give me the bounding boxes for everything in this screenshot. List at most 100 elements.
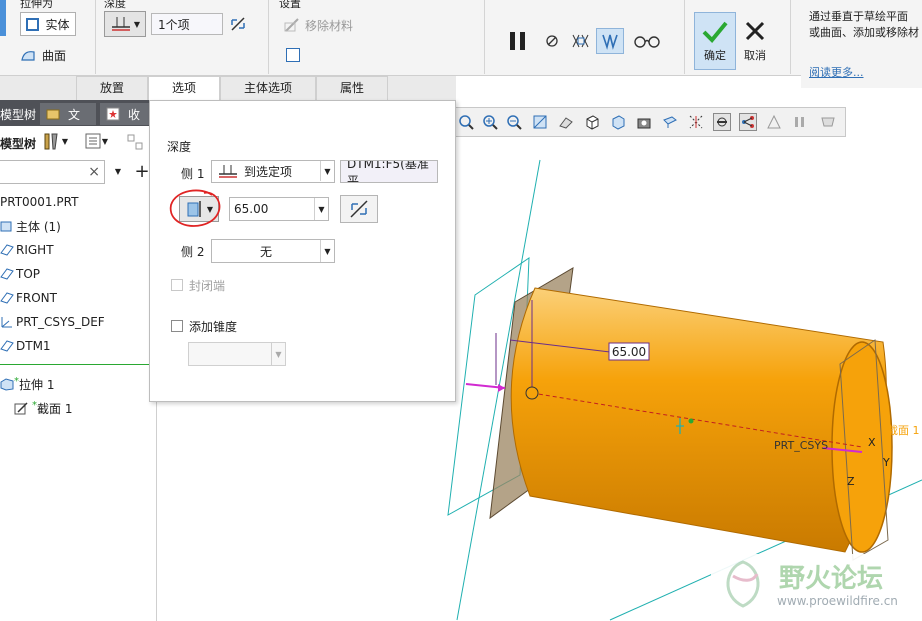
display-style-button[interactable] [635, 113, 653, 131]
tree-item-bodies[interactable]: 主体 (1) [0, 215, 61, 237]
tree-item-extrude[interactable]: * 拉伸 1 [0, 373, 54, 395]
depth-value-dropdown[interactable]: ▼ [314, 198, 328, 220]
dimension-label: 65.00 [612, 345, 646, 359]
tab-body-options[interactable]: 主体选项 [220, 76, 316, 100]
add-taper-checkbox[interactable] [171, 320, 183, 332]
app-window: 拉伸为 实体 曲面 深度 ▼ 1个项 设置 移除材料 确定 取消 通过垂直于草绘… [0, 0, 922, 621]
tab-options[interactable]: 选项 [148, 76, 220, 101]
pause-button[interactable] [505, 28, 531, 54]
tab-favorites-label: 收 [128, 108, 141, 122]
tab-placement[interactable]: 放置 [76, 76, 148, 100]
side2-dropdown-toggle[interactable]: ▼ [320, 240, 334, 262]
perspective-button[interactable] [661, 113, 679, 131]
zoom-in-button[interactable] [481, 113, 499, 131]
tree-filter-button[interactable]: ▼ [78, 130, 114, 152]
tree-columns-button[interactable] [124, 132, 146, 152]
verify-mode-button[interactable] [632, 30, 662, 52]
datum-display-button[interactable] [687, 113, 705, 131]
tree-settings-button[interactable]: ▼ [36, 130, 72, 152]
saved-views-button[interactable] [583, 113, 601, 131]
tree-item-right[interactable]: RIGHT [0, 239, 54, 261]
model-tree-pane: 模型树 文 收 模型树 ▼ ▼ × ▼ + PRT0001.PRT 主体 (1)… [0, 100, 157, 621]
remove-material-button[interactable]: 移除材料 [283, 14, 363, 36]
flip-direction-icon [350, 200, 368, 218]
tree-item-root[interactable]: PRT0001.PRT [0, 191, 78, 213]
tab-properties[interactable]: 属性 [316, 76, 388, 100]
tab-file-browser[interactable]: 文 [40, 103, 96, 125]
chevron-down-icon: ▼ [324, 246, 331, 256]
no-preview-button[interactable] [543, 32, 561, 50]
orient-button[interactable] [557, 113, 575, 131]
depth-group-label: 深度 [104, 0, 126, 10]
render-button[interactable] [819, 113, 837, 131]
glasses-icon [634, 36, 660, 48]
side1-reference-field[interactable]: DTM1:F5(基准平 [340, 160, 438, 183]
chevron-down-icon: ▼ [114, 166, 122, 176]
tree-item-csys[interactable]: PRT_CSYS_DEF [0, 311, 105, 333]
spin-center-button[interactable] [765, 113, 783, 131]
confirm-button[interactable]: 确定 [694, 12, 736, 70]
tree-display-button[interactable] [739, 113, 757, 131]
tree-tab-strip: 模型树 文 收 [0, 100, 157, 126]
render-icon [821, 117, 835, 127]
clear-icon[interactable]: × [88, 164, 100, 180]
options-panel: 深度 侧 1 到选定项 ▼ DTM1:F5(基准平 ▼ 65.00 ▼ 侧 2 … [149, 100, 456, 402]
depth-reference-value: 1个项 [158, 17, 190, 32]
capped-ends-label: 封闭端 [189, 279, 226, 293]
refit-button[interactable] [457, 113, 475, 131]
axis-y-label: Y [882, 456, 890, 469]
datum-plane-icon [0, 268, 14, 280]
tab-model-tree[interactable]: 模型树 [0, 106, 36, 123]
side1-dropdown-toggle[interactable]: ▼ [320, 161, 334, 181]
drag-handle-dot[interactable] [525, 386, 539, 400]
star-icon [106, 107, 120, 121]
depth-type-dropdown[interactable]: ▼ [104, 11, 146, 37]
csys-icon [1, 317, 12, 328]
close-icon [745, 21, 765, 41]
network-icon [742, 116, 754, 128]
annotation-display-button[interactable] [713, 113, 731, 131]
depth-reference-field[interactable]: 1个项 [151, 13, 223, 35]
pause-small-icon [795, 117, 804, 127]
confirm-label: 确定 [704, 49, 726, 62]
dashboard-ribbon: 拉伸为 实体 曲面 深度 ▼ 1个项 设置 移除材料 确定 取消 通过垂直于草绘… [0, 0, 922, 88]
checkmark-icon [702, 21, 728, 43]
plus-icon: + [134, 160, 150, 182]
remove-material-icon [284, 18, 299, 32]
view-manager-button[interactable] [609, 113, 627, 131]
remove-material-label: 移除材料 [305, 18, 354, 33]
zoom-out-icon [507, 115, 522, 130]
taper-dropdown-toggle[interactable]: ▼ [271, 343, 285, 365]
pause-animation-button[interactable] [791, 113, 809, 131]
zoom-out-button[interactable] [505, 113, 523, 131]
separate-preview-button[interactable] [569, 30, 593, 52]
camera-icon [637, 118, 651, 129]
flip-depth-button[interactable] [228, 13, 248, 35]
group-edge [0, 0, 6, 36]
read-more-link[interactable]: 阅读更多... [809, 64, 864, 80]
flip-side1-button[interactable] [340, 195, 378, 223]
repaint-icon [533, 115, 547, 129]
capped-ends-checkbox[interactable] [171, 279, 183, 291]
taper-angle-input[interactable]: ▼ [188, 342, 286, 366]
tree-item-section[interactable]: * 截面 1 [14, 397, 72, 419]
tree-search-input[interactable]: × [0, 160, 105, 184]
tree-item-top[interactable]: TOP [0, 263, 40, 285]
csys-label: PRT_CSYS [774, 439, 828, 452]
thicken-sketch-button[interactable] [286, 48, 300, 62]
side2-depth-select[interactable]: 无 ▼ [211, 239, 335, 263]
joined-preview-button[interactable] [596, 28, 624, 54]
chevron-down-icon: ▼ [324, 166, 331, 176]
side1-depth-select[interactable]: 到选定项 ▼ [211, 160, 335, 183]
solid-button[interactable]: 实体 [20, 12, 76, 36]
perspective-icon [663, 116, 677, 128]
surface-button[interactable]: 曲面 [20, 44, 76, 66]
tree-item-dtm1[interactable]: DTM1 [0, 335, 51, 357]
chevron-down-icon: ▼ [318, 204, 325, 214]
cancel-button[interactable]: 取消 [739, 12, 771, 70]
side2-option-label: 无 [259, 244, 272, 259]
tree-item-front[interactable]: FRONT [0, 287, 57, 309]
repaint-button[interactable] [531, 113, 549, 131]
depth-value-input[interactable]: 65.00 ▼ [229, 197, 329, 221]
tree-search-dropdown[interactable]: ▼ [110, 161, 126, 181]
